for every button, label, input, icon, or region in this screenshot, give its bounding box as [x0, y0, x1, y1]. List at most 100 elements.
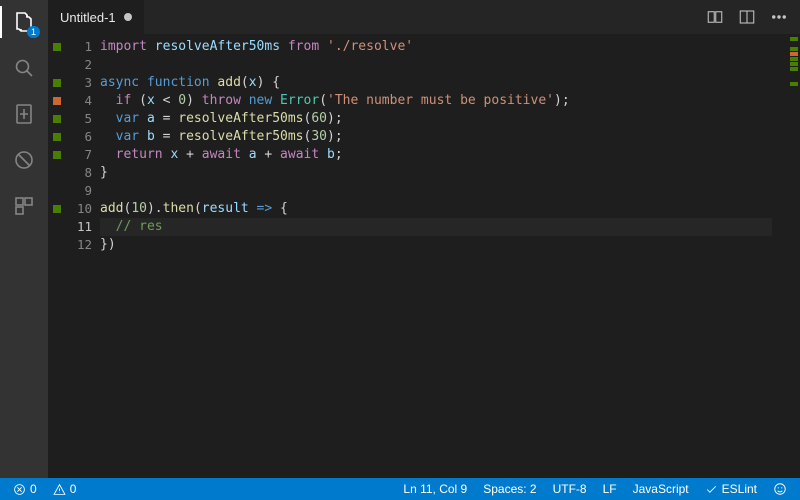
- token-punc: (: [319, 93, 327, 108]
- overview-mark: [790, 67, 798, 71]
- status-eol[interactable]: LF: [598, 478, 622, 500]
- status-line-col[interactable]: Ln 11, Col 9: [398, 478, 472, 500]
- line-number: 7: [66, 146, 92, 164]
- token-punc: (: [194, 201, 202, 216]
- line-number: 4: [66, 92, 92, 110]
- glyph-margin-cell[interactable]: [48, 110, 66, 128]
- token-ident: result: [202, 201, 249, 216]
- compare-changes-icon[interactable]: [706, 8, 724, 26]
- code-line[interactable]: add(10).then(result => {: [100, 200, 786, 218]
- token-punc: }): [100, 237, 116, 252]
- token-ident: x: [249, 75, 257, 90]
- glyph-margin-cell[interactable]: [48, 236, 66, 254]
- status-spaces[interactable]: Spaces: 2: [478, 478, 541, 500]
- token-punc: =: [155, 129, 178, 144]
- token-punc: ).: [147, 201, 163, 216]
- glyph-margin-cell[interactable]: [48, 182, 66, 200]
- activity-bar: 1: [0, 0, 48, 478]
- code-line[interactable]: import resolveAfter50ms from './resolve': [100, 38, 786, 56]
- code-line[interactable]: var a = resolveAfter50ms(60);: [100, 110, 786, 128]
- glyph-margin-cell[interactable]: [48, 128, 66, 146]
- code-line[interactable]: }: [100, 164, 786, 182]
- line-number: 3: [66, 74, 92, 92]
- glyph-margin-cell[interactable]: [48, 200, 66, 218]
- token-num: 10: [131, 201, 147, 216]
- code-area[interactable]: import resolveAfter50ms from './resolve'…: [100, 34, 786, 478]
- token-punc: =: [155, 111, 178, 126]
- code-line[interactable]: var b = resolveAfter50ms(30);: [100, 128, 786, 146]
- code-line[interactable]: [100, 182, 786, 200]
- glyph-margin-cell[interactable]: [48, 56, 66, 74]
- activity-explorer-icon[interactable]: 1: [10, 8, 38, 36]
- token-punc: );: [554, 93, 570, 108]
- code-line[interactable]: }): [100, 236, 786, 254]
- tab-untitled-1[interactable]: Untitled-1: [48, 0, 145, 34]
- split-editor-icon[interactable]: [738, 8, 756, 26]
- line-number: 11: [66, 218, 92, 236]
- breakpoint-green-icon: [53, 79, 61, 87]
- code-line[interactable]: async function add(x) {: [100, 74, 786, 92]
- token-kw-await: await: [202, 147, 249, 162]
- breakpoint-orange-icon: [53, 97, 61, 105]
- glyph-margin-cell[interactable]: [48, 38, 66, 56]
- tab-bar: Untitled-1: [48, 0, 800, 34]
- overview-mark: [790, 62, 798, 66]
- token-num: 30: [311, 129, 327, 144]
- activity-extensions-icon[interactable]: [10, 192, 38, 220]
- token-fn: resolveAfter50ms: [178, 111, 303, 126]
- glyph-margin-cell[interactable]: [48, 164, 66, 182]
- overview-ruler[interactable]: [786, 34, 800, 478]
- tab-dirty-dot-icon: [124, 13, 132, 21]
- token-str: 'The number must be positive': [327, 93, 554, 108]
- token-punc: }: [100, 165, 108, 180]
- token-punc: );: [327, 111, 343, 126]
- code-line[interactable]: if (x < 0) throw new Error('The number m…: [100, 92, 786, 110]
- token-kw-decl: new: [249, 93, 280, 108]
- token-fn: then: [163, 201, 194, 216]
- token-str: './resolve': [327, 39, 413, 54]
- glyph-margin-cell[interactable]: [48, 218, 66, 236]
- editor-column: Untitled-1 123456789101112 import resolv…: [48, 0, 800, 478]
- status-errors-count: 0: [30, 482, 37, 496]
- glyph-margin-cell[interactable]: [48, 92, 66, 110]
- status-encoding[interactable]: UTF-8: [548, 478, 592, 500]
- status-language[interactable]: JavaScript: [628, 478, 694, 500]
- breakpoint-green-icon: [53, 115, 61, 123]
- token-kw-decl: var: [116, 111, 147, 126]
- current-line-highlight: [100, 218, 772, 236]
- code-line[interactable]: [100, 56, 786, 74]
- activity-search-icon[interactable]: [10, 54, 38, 82]
- token-punc: <: [155, 93, 178, 108]
- tab-title: Untitled-1: [60, 10, 116, 25]
- token-punc: +: [257, 147, 280, 162]
- status-warnings[interactable]: 0: [48, 478, 82, 500]
- token-punc: (: [241, 75, 249, 90]
- breakpoint-green-icon: [53, 133, 61, 141]
- explorer-badge: 1: [27, 26, 40, 38]
- token-cls: Error: [280, 93, 319, 108]
- glyph-margin: [48, 34, 66, 478]
- more-actions-icon[interactable]: [770, 8, 788, 26]
- status-errors[interactable]: 0: [8, 478, 42, 500]
- line-number: 9: [66, 182, 92, 200]
- activity-debug-icon[interactable]: [10, 146, 38, 174]
- status-feedback-icon[interactable]: [768, 478, 792, 500]
- token-punc: (: [139, 93, 147, 108]
- line-number: 6: [66, 128, 92, 146]
- main-area: 1 Untitled-1: [0, 0, 800, 478]
- activity-scm-icon[interactable]: [10, 100, 38, 128]
- editor-body[interactable]: 123456789101112 import resolveAfter50ms …: [48, 34, 800, 478]
- glyph-margin-cell[interactable]: [48, 146, 66, 164]
- token-kw-async: async: [100, 75, 147, 90]
- app-root: 1 Untitled-1: [0, 0, 800, 500]
- token-ident: x: [147, 93, 155, 108]
- token-punc: ): [186, 93, 202, 108]
- code-line[interactable]: return x + await a + await b;: [100, 146, 786, 164]
- glyph-margin-cell[interactable]: [48, 74, 66, 92]
- token-fn: add: [217, 75, 240, 90]
- token-ident: b: [147, 129, 155, 144]
- status-eslint[interactable]: ESLint: [700, 478, 762, 500]
- overview-mark: [790, 47, 798, 51]
- token-ident: b: [327, 147, 335, 162]
- line-number-column: 123456789101112: [66, 34, 100, 478]
